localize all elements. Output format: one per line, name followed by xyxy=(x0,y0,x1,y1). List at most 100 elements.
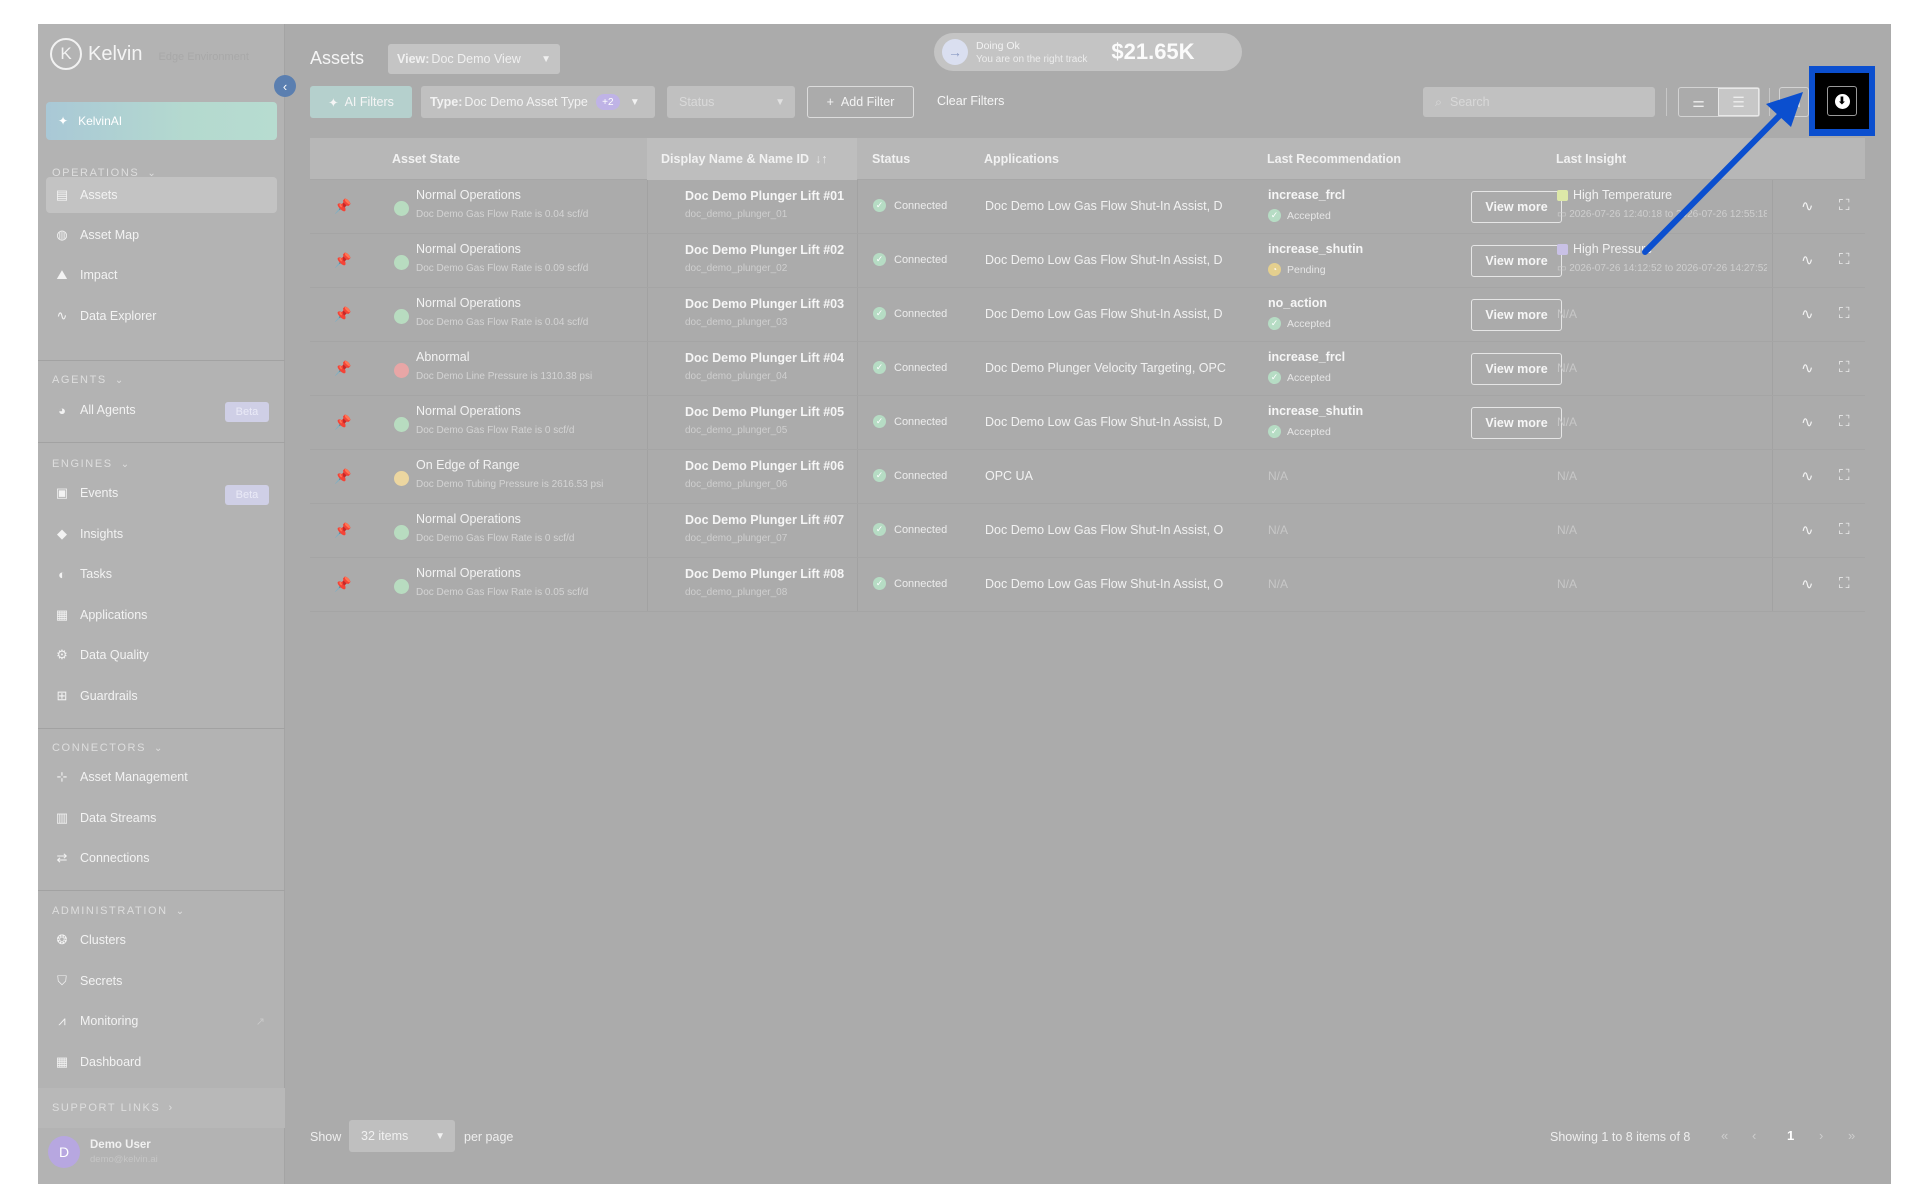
view-more-button[interactable]: View more xyxy=(1471,245,1562,277)
data-explorer-action-icon[interactable]: ∿ xyxy=(1801,521,1814,539)
table-row[interactable]: 📌 Normal Operations Doc Demo Gas Flow Rate… xyxy=(310,234,1865,288)
header-status[interactable]: Status xyxy=(872,138,910,180)
asset-display-name[interactable]: Doc Demo Plunger Lift #01 xyxy=(685,189,844,203)
view-more-button[interactable]: View more xyxy=(1471,299,1562,331)
view-more-button[interactable]: View more xyxy=(1471,191,1562,223)
prev-page-button[interactable]: ‹ xyxy=(1752,1128,1756,1143)
asset-display-name[interactable]: Doc Demo Plunger Lift #02 xyxy=(685,243,844,257)
asset-details-action-icon[interactable]: ⛶ xyxy=(1839,359,1850,376)
data-explorer-action-icon[interactable]: ∿ xyxy=(1801,305,1814,323)
support-links[interactable]: SUPPORT LINKS › xyxy=(38,1088,285,1128)
ai-filters-button[interactable]: ✦ AI Filters xyxy=(310,86,412,118)
data-explorer-action-icon[interactable]: ∿ xyxy=(1801,197,1814,215)
asset-display-name[interactable]: Doc Demo Plunger Lift #06 xyxy=(685,459,844,473)
pin-icon[interactable]: 📌 xyxy=(334,468,351,485)
sidebar-item-all-agents[interactable]: ◕ All Agents Beta xyxy=(46,392,277,428)
sidebar-item-impact[interactable]: ⛰ Impact xyxy=(46,257,277,293)
table-row[interactable]: 📌 Normal Operations Doc Demo Gas Flow Rate… xyxy=(310,288,1865,342)
pin-icon[interactable]: 📌 xyxy=(334,522,351,539)
table-row[interactable]: 📌 On Edge of Range Doc Demo Tubing Pressur… xyxy=(310,450,1865,504)
compact-view-button[interactable]: ⚌ xyxy=(1679,88,1718,116)
data-explorer-action-icon[interactable]: ∿ xyxy=(1801,467,1814,485)
section-connectors[interactable]: CONNECTORS ⌄ xyxy=(52,742,164,754)
view-more-button[interactable]: View more xyxy=(1471,407,1562,439)
asset-display-name[interactable]: Doc Demo Plunger Lift #08 xyxy=(685,567,844,581)
asset-display-name[interactable]: Doc Demo Plunger Lift #03 xyxy=(685,297,844,311)
insight-time-range: ▭ 2026-07-26 12:40:18 to 2026-07-26 12:5… xyxy=(1557,209,1767,220)
data-explorer-action-icon[interactable]: ∿ xyxy=(1801,575,1814,593)
download-button[interactable]: ⬇ xyxy=(1815,73,1869,129)
table-row[interactable]: 📌 Normal Operations Doc Demo Gas Flow Rate… xyxy=(310,180,1865,234)
asset-details-action-icon[interactable]: ⛶ xyxy=(1839,413,1850,430)
pin-icon[interactable]: 📌 xyxy=(334,414,351,431)
performance-status[interactable]: → Doing Ok You are on the right track $2… xyxy=(934,33,1242,71)
section-administration[interactable]: ADMINISTRATION ⌄ xyxy=(52,905,186,917)
column-divider xyxy=(647,504,648,557)
sidebar-item-asset-map[interactable]: ◍ Asset Map xyxy=(46,217,277,253)
sidebar-item-insights[interactable]: ◆ Insights xyxy=(46,516,277,552)
asset-details-action-icon[interactable]: ⛶ xyxy=(1839,575,1850,592)
asset-details-action-icon[interactable]: ⛶ xyxy=(1839,521,1850,538)
clear-filters-button[interactable]: Clear Filters xyxy=(937,94,1004,108)
sidebar-item-asset-management[interactable]: ⊹ Asset Management xyxy=(46,759,277,795)
sidebar-item-events[interactable]: ▣ Events Beta xyxy=(46,475,277,511)
sidebar-item-assets[interactable]: ▤ Assets xyxy=(46,177,277,213)
header-asset-state[interactable]: Asset State xyxy=(392,138,460,180)
current-page[interactable]: 1 xyxy=(1787,1128,1794,1143)
header-applications[interactable]: Applications xyxy=(984,138,1059,180)
sidebar-item-secrets[interactable]: ⛉ Secrets xyxy=(46,963,277,999)
data-explorer-action-icon[interactable]: ∿ xyxy=(1801,359,1814,377)
pin-icon[interactable]: 📌 xyxy=(334,576,351,593)
collapse-sidebar-button[interactable]: ‹ xyxy=(274,75,296,97)
asset-details-action-icon[interactable]: ⛶ xyxy=(1839,251,1850,268)
last-page-button[interactable]: » xyxy=(1848,1128,1855,1143)
sidebar-item-guardrails[interactable]: ⊞ Guardrails xyxy=(46,678,277,714)
table-row[interactable]: 📌 Normal Operations Doc Demo Gas Flow Rate… xyxy=(310,558,1865,612)
pin-icon[interactable]: 📌 xyxy=(334,306,351,323)
sidebar-item-data-quality[interactable]: ⚙ Data Quality xyxy=(46,637,277,673)
sidebar-item-data-streams[interactable]: ▥ Data Streams xyxy=(46,800,277,836)
pin-icon[interactable]: 📌 xyxy=(334,252,351,269)
comfortable-view-button[interactable]: ☰ xyxy=(1718,88,1759,116)
table-row[interactable]: 📌 Abnormal Doc Demo Line Pressure is 1310.… xyxy=(310,342,1865,396)
sidebar-item-connections[interactable]: ⇄ Connections xyxy=(46,840,277,876)
pin-icon[interactable]: 📌 xyxy=(334,360,351,377)
data-explorer-action-icon[interactable]: ∿ xyxy=(1801,413,1814,431)
page-size-dropdown[interactable]: 32 items ▼ xyxy=(349,1120,455,1152)
sidebar-item-data-explorer[interactable]: ∿ Data Explorer xyxy=(46,298,277,334)
asset-display-name[interactable]: Doc Demo Plunger Lift #04 xyxy=(685,351,844,365)
view-dropdown[interactable]: View: Doc Demo View ▼ xyxy=(388,44,560,74)
asset-display-name[interactable]: Doc Demo Plunger Lift #05 xyxy=(685,405,844,419)
sidebar-item-dashboard[interactable]: ▦ Dashboard xyxy=(46,1044,277,1080)
user-profile[interactable]: D Demo User demo@kelvin.ai xyxy=(48,1136,158,1168)
asset-details-action-icon[interactable]: ⛶ xyxy=(1839,305,1850,322)
section-engines[interactable]: ENGINES ⌄ xyxy=(52,458,131,470)
asset-details-action-icon[interactable]: ⛶ xyxy=(1839,197,1850,214)
sidebar-item-applications[interactable]: ▦ Applications xyxy=(46,597,277,633)
header-last-insight[interactable]: Last Insight xyxy=(1556,138,1626,180)
asset-details-action-icon[interactable]: ⛶ xyxy=(1839,467,1850,484)
share-button[interactable]: ⋈ xyxy=(1779,87,1809,117)
sidebar-item-tasks[interactable]: ◐ Tasks xyxy=(46,556,277,592)
add-filter-button[interactable]: + Add Filter xyxy=(807,86,914,118)
status-filter-dropdown[interactable]: Status ▼ xyxy=(667,86,795,118)
sidebar-item-clusters[interactable]: ❂ Clusters xyxy=(46,922,277,958)
data-explorer-action-icon[interactable]: ∿ xyxy=(1801,251,1814,269)
brand[interactable]: K Kelvin Edge Environment xyxy=(50,38,249,70)
kelvinai-label: KelvinAI xyxy=(78,114,123,128)
applications-cell: Doc Demo Low Gas Flow Shut-In Assist, D xyxy=(985,253,1223,267)
sidebar-item-monitoring[interactable]: ⩘ Monitoring ↗ xyxy=(46,1003,277,1039)
asset-display-name[interactable]: Doc Demo Plunger Lift #07 xyxy=(685,513,844,527)
header-display-name[interactable]: Display Name & Name ID ↓↑ xyxy=(647,138,857,180)
type-filter-dropdown[interactable]: Type: Doc Demo Asset Type +2 ▼ xyxy=(421,86,655,118)
table-row[interactable]: 📌 Normal Operations Doc Demo Gas Flow Rate… xyxy=(310,396,1865,450)
section-agents[interactable]: AGENTS ⌄ xyxy=(52,374,125,386)
kelvinai-button[interactable]: ✦ KelvinAI xyxy=(46,102,277,140)
table-row[interactable]: 📌 Normal Operations Doc Demo Gas Flow Rate… xyxy=(310,504,1865,558)
header-last-recommendation[interactable]: Last Recommendation xyxy=(1267,138,1401,180)
pin-icon[interactable]: 📌 xyxy=(334,198,351,215)
next-page-button[interactable]: › xyxy=(1819,1128,1823,1143)
search-input[interactable]: ⌕ Search xyxy=(1423,87,1655,117)
view-more-button[interactable]: View more xyxy=(1471,353,1562,385)
first-page-button[interactable]: « xyxy=(1721,1128,1728,1143)
